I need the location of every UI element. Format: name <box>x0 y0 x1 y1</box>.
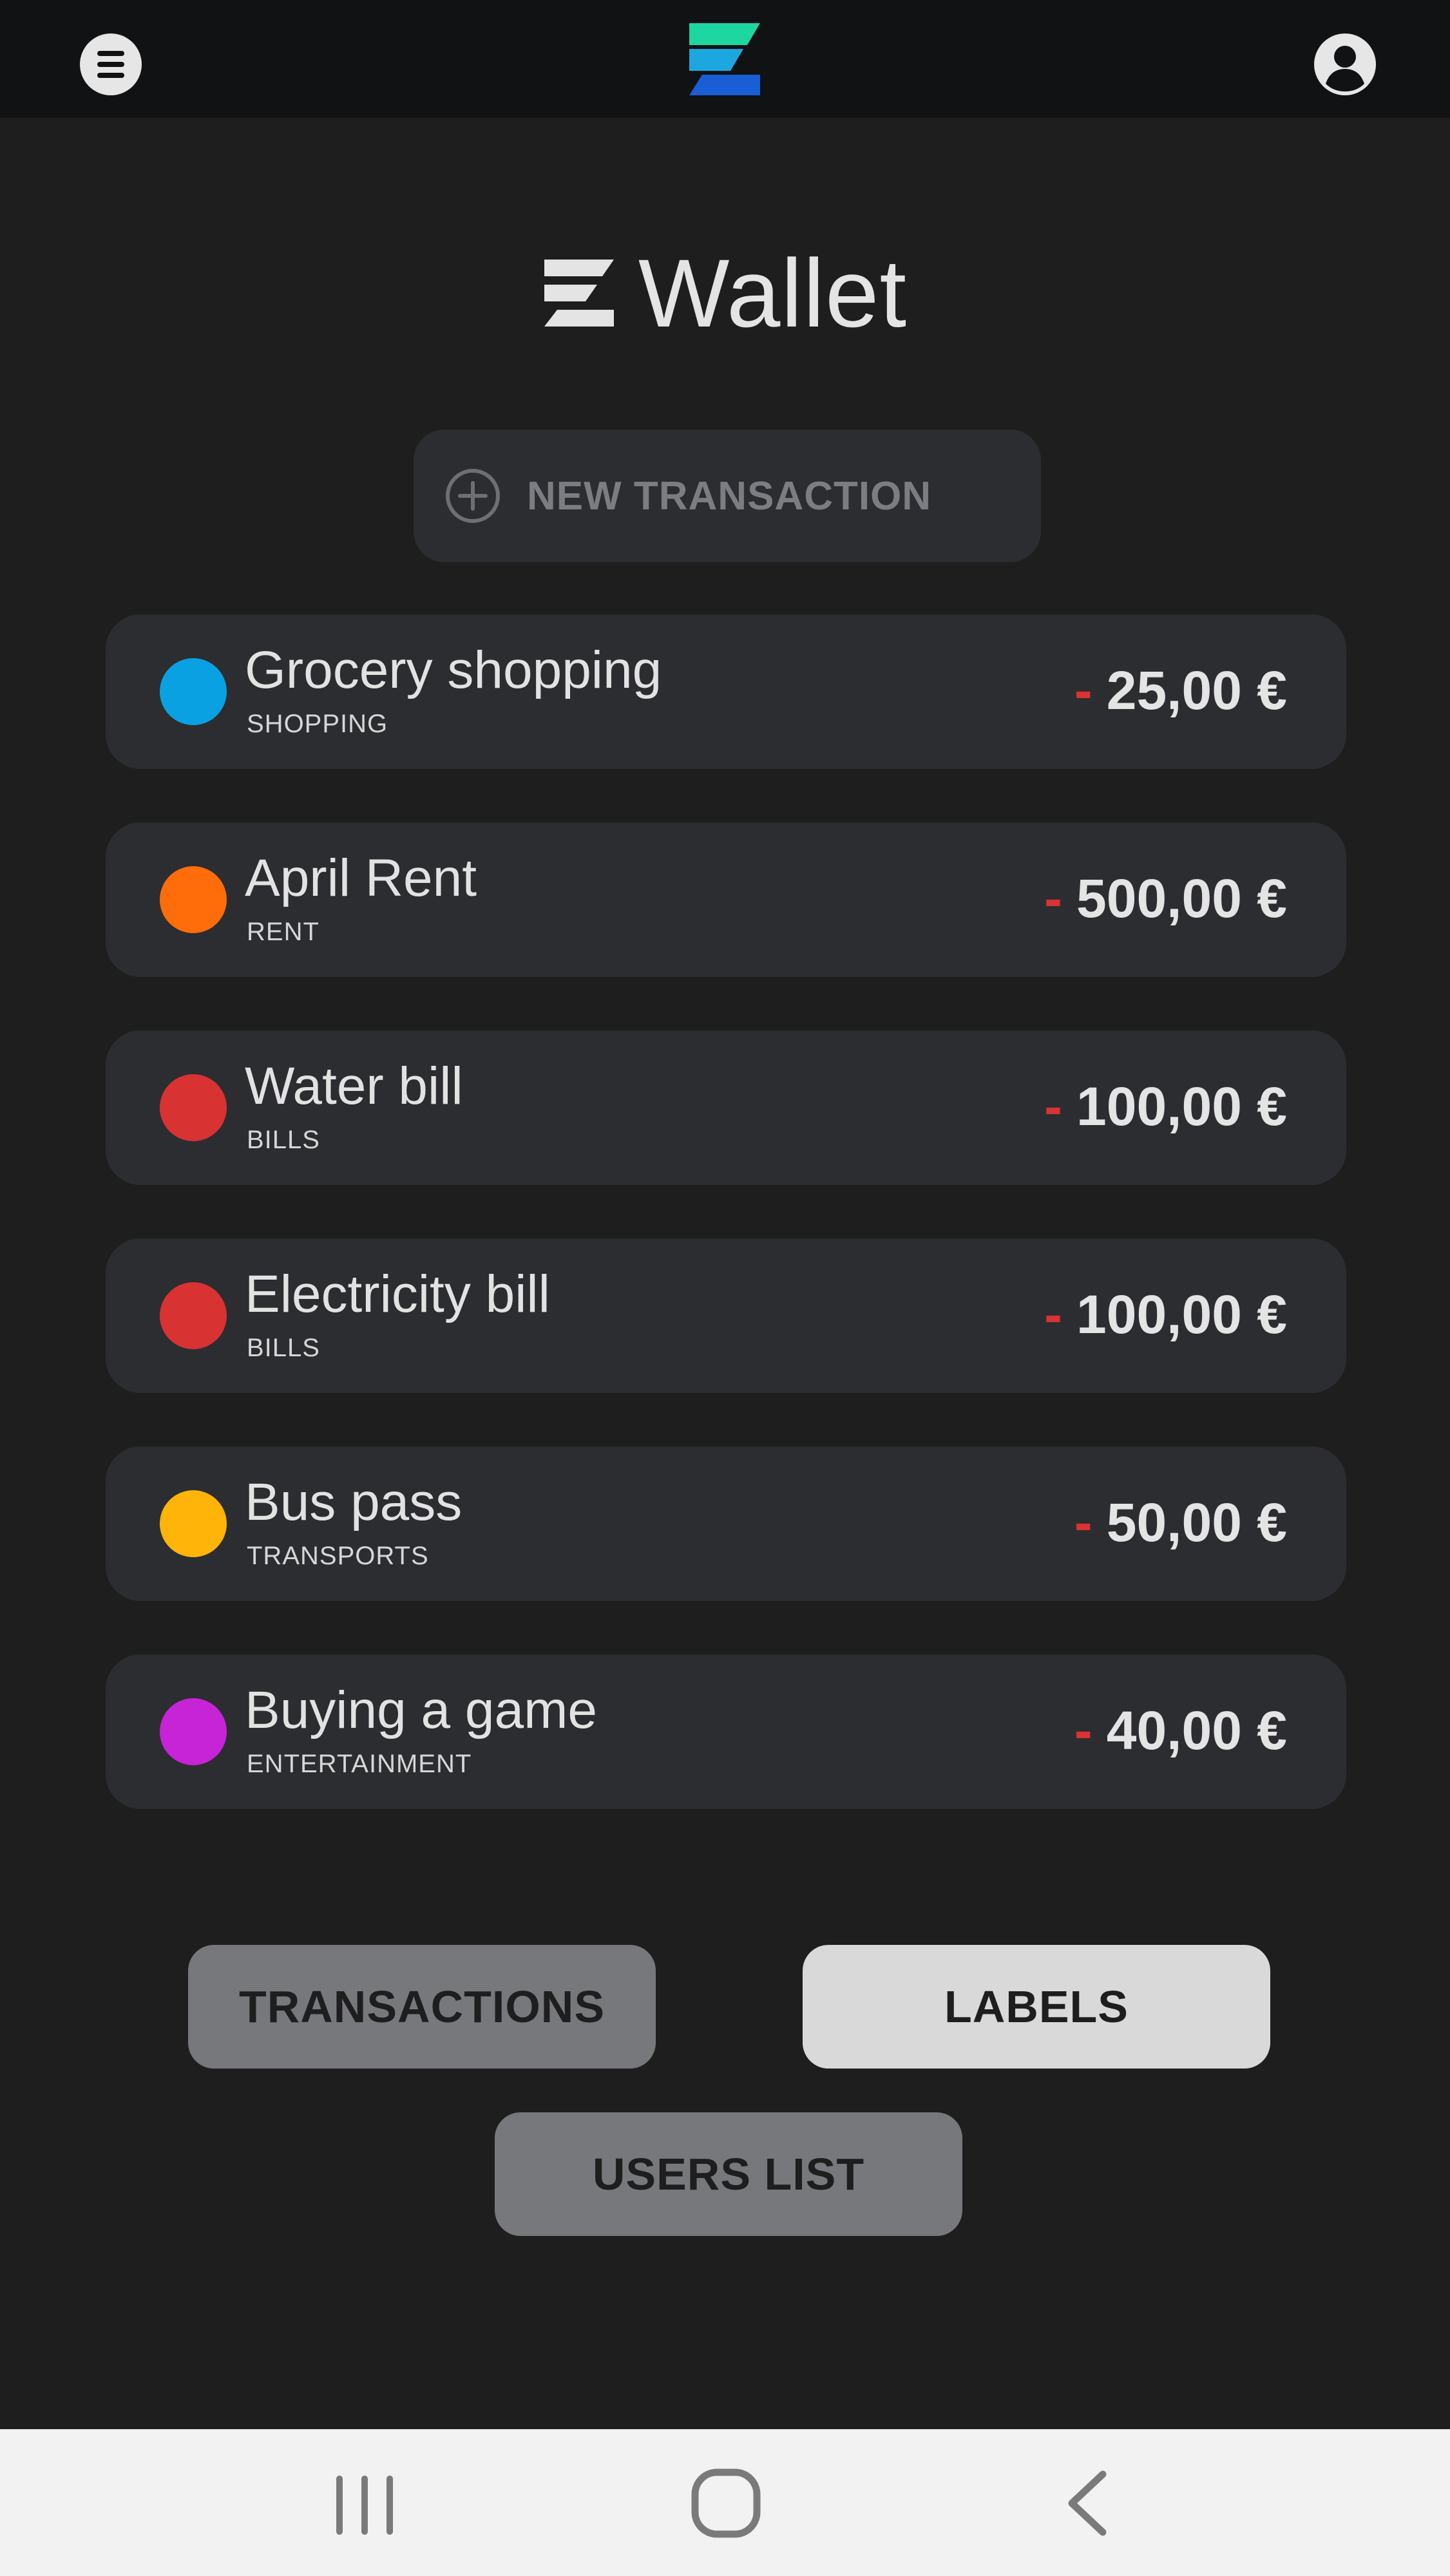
transactions-button[interactable]: TRANSACTIONS <box>188 1945 656 2069</box>
transaction-category: ENTERTAINMENT <box>247 1750 472 1778</box>
category-color-dot <box>160 1698 227 1765</box>
amount-value: 50,00 € <box>1106 1492 1287 1553</box>
transaction-category: TRANSPORTS <box>247 1542 429 1570</box>
amount-value: 500,00 € <box>1076 868 1287 929</box>
new-transaction-button[interactable]: NEW TRANSACTION <box>414 430 1041 562</box>
amount-sign: - <box>1074 660 1092 721</box>
menu-icon[interactable] <box>80 33 142 95</box>
transaction-category: BILLS <box>247 1126 320 1154</box>
transaction-card[interactable]: Electricity bill BILLS - 100,00 € <box>106 1238 1346 1393</box>
transaction-amount: - 25,00 € <box>1074 659 1287 722</box>
recent-apps-icon[interactable] <box>331 2473 398 2537</box>
transaction-name: April Rent <box>245 849 477 907</box>
app-title-row: Wallet <box>0 239 1450 347</box>
wallet-logo-icon <box>544 260 614 327</box>
transaction-amount: - 50,00 € <box>1074 1492 1287 1554</box>
amount-value: 100,00 € <box>1076 1076 1287 1137</box>
category-color-dot <box>160 1490 227 1557</box>
plus-circle-icon <box>446 469 500 523</box>
app-logo-icon[interactable] <box>688 22 761 97</box>
transaction-name: Grocery shopping <box>245 641 662 699</box>
users-list-button[interactable]: USERS LIST <box>495 2112 962 2236</box>
category-color-dot <box>160 658 227 725</box>
amount-sign: - <box>1044 1076 1063 1137</box>
app-title: Wallet <box>638 239 908 347</box>
transaction-name: Electricity bill <box>245 1265 550 1323</box>
transaction-amount: - 100,00 € <box>1044 1075 1287 1138</box>
labels-button[interactable]: LABELS <box>803 1945 1270 2069</box>
amount-sign: - <box>1044 1284 1063 1345</box>
transaction-name: Bus pass <box>245 1473 463 1531</box>
transaction-amount: - 100,00 € <box>1044 1283 1287 1346</box>
transaction-category: RENT <box>247 918 320 946</box>
transaction-card[interactable]: Water bill BILLS - 100,00 € <box>106 1030 1346 1185</box>
amount-value: 40,00 € <box>1106 1700 1287 1761</box>
account-circle-icon[interactable] <box>1313 32 1377 97</box>
transaction-amount: - 500,00 € <box>1044 867 1287 930</box>
amount-sign: - <box>1044 868 1063 929</box>
new-transaction-label: NEW TRANSACTION <box>527 473 932 518</box>
transaction-card[interactable]: Bus pass TRANSPORTS - 50,00 € <box>106 1446 1346 1601</box>
back-icon[interactable] <box>1064 2469 1109 2537</box>
category-color-dot <box>160 866 227 933</box>
transaction-list: Grocery shopping SHOPPING - 25,00 € Apri… <box>106 614 1346 1862</box>
transaction-name: Buying a game <box>245 1681 598 1739</box>
amount-sign: - <box>1074 1492 1092 1553</box>
transaction-amount: - 40,00 € <box>1074 1700 1287 1762</box>
home-icon[interactable] <box>691 2468 761 2539</box>
transaction-category: BILLS <box>247 1334 320 1362</box>
amount-sign: - <box>1074 1700 1092 1761</box>
category-color-dot <box>160 1074 227 1141</box>
category-color-dot <box>160 1282 227 1349</box>
top-app-bar <box>0 0 1450 118</box>
transaction-card[interactable]: Buying a game ENTERTAINMENT - 40,00 € <box>106 1654 1346 1809</box>
transaction-card[interactable]: Grocery shopping SHOPPING - 25,00 € <box>106 614 1346 769</box>
system-navigation-bar <box>0 2429 1450 2576</box>
transaction-card[interactable]: April Rent RENT - 500,00 € <box>106 822 1346 977</box>
amount-value: 100,00 € <box>1076 1284 1287 1345</box>
amount-value: 25,00 € <box>1106 660 1287 721</box>
wallet-screen: Wallet NEW TRANSACTION Grocery shopping … <box>0 0 1450 2576</box>
transaction-name: Water bill <box>245 1057 463 1115</box>
transaction-category: SHOPPING <box>247 710 388 738</box>
